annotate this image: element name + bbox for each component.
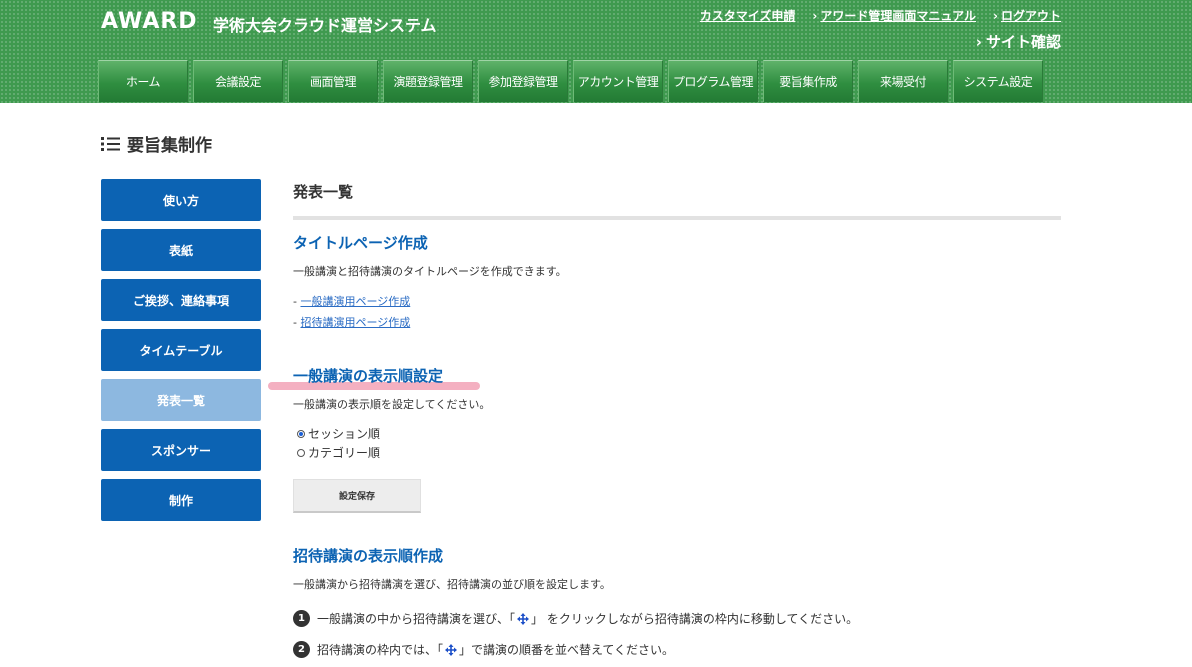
invited-order-heading: 招待講演の表示順作成 [293,547,444,565]
step-1-text-a: 一般講演の中から招待講演を選び、「 [317,612,516,626]
radio-category-order[interactable]: カテゴリー順 [297,444,380,461]
sidebar-item-production[interactable]: 制作 [101,479,261,521]
logout-link[interactable]: › ログアウト [993,7,1061,24]
display-order-heading: 一般講演の表示順設定 [293,367,444,385]
heading-divider [293,216,1061,220]
radio-unchecked-icon[interactable] [297,448,305,457]
customize-request-link[interactable]: カスタマイズ申請 [700,7,796,24]
customize-request-label: カスタマイズ申請 [699,9,796,23]
sidebar-item-presentation-list[interactable]: 発表一覧 [101,379,261,421]
sidebar: 使い方 表紙 ご挨拶、連絡事項 タイムテーブル 発表一覧 スポンサー 制作 [101,179,261,529]
step-1-text-b: 」 をクリックしながら招待講演の枠内に移動してください。 [531,612,859,626]
nav-abstract-registration[interactable]: 演題登録管理 [383,60,473,102]
nav-system-settings[interactable]: システム設定 [953,60,1043,102]
move-arrows-icon [445,643,458,656]
radio-checked-icon[interactable] [297,429,305,438]
main-content: 発表一覧 [293,179,1061,220]
sidebar-item-sponsors[interactable]: スポンサー [101,429,261,471]
save-settings-button[interactable]: 設定保存 [293,479,421,513]
site-confirm-label: サイト確認 [985,33,1061,51]
invited-order-description: 一般講演から招待講演を選び、招待講演の並び順を設定します。 [293,578,611,591]
nav-reception[interactable]: 来場受付 [858,60,948,102]
site-confirm-link[interactable]: › サイト確認 [976,31,1061,52]
title-page-heading: タイトルページ作成 [293,234,428,252]
display-order-description: 一般講演の表示順を設定してください。 [293,398,491,411]
list-icon [101,136,121,152]
chevron-right-icon: › [975,33,982,51]
step-2-text-a: 招待講演の枠内では、「 [317,643,444,657]
title-page-description: 一般講演と招待講演のタイトルページを作成できます。 [293,265,567,278]
utility-links: カスタマイズ申請 › アワード管理画面マニュアル › ログアウト [700,7,1061,24]
invited-page-link-row: - 招待講演用ページ作成 [293,316,411,329]
step-2-text-b: 」で講演の順番を並べ替えてください。 [459,643,675,657]
page-title-text: 要旨集制作 [127,136,212,156]
sidebar-item-greetings[interactable]: ご挨拶、連絡事項 [101,279,261,321]
general-page-link-row: - 一般講演用ページ作成 [293,295,411,308]
radio-category-label: カテゴリー順 [308,446,381,460]
system-title: 学術大会クラウド運営システム [213,16,437,35]
award-logo[interactable]: AWARD [101,9,198,34]
step-2: 2 招待講演の枠内では、「 」で講演の順番を並べ替えてください。 [293,641,674,658]
manual-label: アワード管理画面マニュアル [820,9,977,23]
step-1-number: 1 [293,610,310,627]
nav-program-management[interactable]: プログラム管理 [668,60,758,102]
radio-session-order[interactable]: セッション順 [297,425,380,442]
nav-home[interactable]: ホーム [98,60,188,102]
sidebar-item-cover[interactable]: 表紙 [101,229,261,271]
sidebar-item-usage[interactable]: 使い方 [101,179,261,221]
sidebar-item-timetable[interactable]: タイムテーブル [101,329,261,371]
main-nav: ホーム 会議設定 画面管理 演題登録管理 参加登録管理 アカウント管理 プログラ… [98,60,1048,102]
step-2-number: 2 [293,641,310,658]
nav-participant-registration[interactable]: 参加登録管理 [478,60,568,102]
manual-link[interactable]: › アワード管理画面マニュアル [812,7,976,24]
logout-label: ログアウト [1000,9,1061,23]
general-page-create-link[interactable]: 一般講演用ページ作成 [300,295,410,308]
nav-account-management[interactable]: アカウント管理 [573,60,663,102]
header: AWARD 学術大会クラウド運営システム カスタマイズ申請 › アワード管理画面マ… [0,0,1192,103]
radio-session-label: セッション順 [308,427,381,441]
invited-page-create-link[interactable]: 招待講演用ページ作成 [300,316,410,329]
nav-conference-settings[interactable]: 会議設定 [193,60,283,102]
step-1: 1 一般講演の中から招待講演を選び、「 」 をクリックしながら招待講演の枠内に移… [293,610,858,627]
page-title: 要旨集制作 [101,131,212,156]
chevron-right-icon: › [812,9,818,23]
main-heading: 発表一覧 [293,183,354,201]
nav-screen-management[interactable]: 画面管理 [288,60,378,102]
move-arrows-icon [517,612,530,625]
nav-abstract-book[interactable]: 要旨集作成 [763,60,853,102]
chevron-right-icon: › [993,9,998,23]
